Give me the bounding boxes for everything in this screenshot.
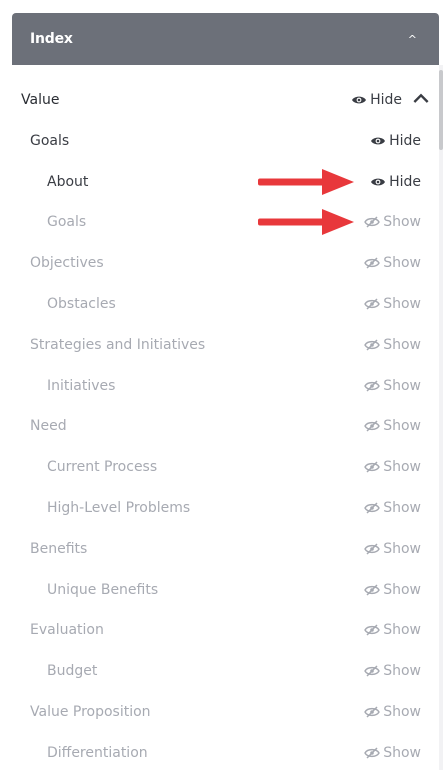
index-item[interactable]: Differentiation Show <box>0 738 439 768</box>
index-item[interactable]: High-Level Problems Show <box>0 493 439 523</box>
toggle-label: Show <box>383 459 421 476</box>
eye-slash-icon <box>364 706 381 718</box>
panel-title: Index <box>30 31 73 47</box>
index-item-label: Value Proposition <box>30 704 151 720</box>
index-item[interactable]: Current Process Show <box>0 452 439 482</box>
red-arrow-annotation <box>256 207 356 237</box>
index-panel-header[interactable]: Index ^ <box>12 13 439 65</box>
eye-slash-icon <box>364 420 381 432</box>
show-toggle[interactable]: Show <box>364 459 421 475</box>
index-item-label: Need <box>30 418 67 435</box>
index-item[interactable]: Evaluation Show <box>0 615 439 645</box>
index-item[interactable]: Goals Show <box>0 207 439 237</box>
show-toggle[interactable]: Show <box>364 296 421 312</box>
index-item[interactable]: Value Hide <box>0 85 439 115</box>
toggle-label: Show <box>383 377 421 394</box>
show-toggle[interactable]: Show <box>364 500 421 516</box>
toggle-label: Show <box>383 336 421 353</box>
eye-slash-icon <box>364 747 381 759</box>
index-item[interactable]: About Hide <box>0 167 439 197</box>
show-toggle[interactable]: Show <box>364 745 421 761</box>
index-item-label: Unique Benefits <box>47 581 159 598</box>
toggle-label: Show <box>383 581 421 598</box>
eye-slash-icon <box>364 339 381 351</box>
index-item[interactable]: Objectives Show <box>0 248 439 278</box>
index-item[interactable]: Initiatives Show <box>0 371 439 401</box>
hide-toggle[interactable]: Hide <box>370 174 421 190</box>
index-item[interactable]: Benefits Show <box>0 534 439 564</box>
eye-icon <box>370 176 386 188</box>
toggle-label: Hide <box>389 132 421 149</box>
eye-slash-icon <box>364 461 381 473</box>
index-item[interactable]: Obstacles Show <box>0 289 439 319</box>
index-item-label: Budget <box>47 663 98 680</box>
show-toggle[interactable]: Show <box>364 541 421 557</box>
eye-icon <box>351 94 367 106</box>
toggle-label: Hide <box>370 92 402 108</box>
index-item-label: Benefits <box>30 540 88 557</box>
show-toggle[interactable]: Show <box>364 378 421 394</box>
index-item-label: Objectives <box>30 255 104 272</box>
toggle-label: Hide <box>389 173 421 190</box>
index-item-label: Strategies and Initiatives <box>30 336 206 353</box>
show-toggle[interactable]: Show <box>364 622 421 638</box>
show-toggle[interactable]: Show <box>364 663 421 679</box>
index-item-label: Current Process <box>47 459 158 476</box>
hide-toggle[interactable]: Hide <box>351 92 429 108</box>
toggle-label: Show <box>383 704 421 720</box>
eye-slash-icon <box>364 502 381 514</box>
index-item[interactable]: Budget Show <box>0 656 439 686</box>
toggle-label: Show <box>383 622 421 639</box>
toggle-label: Show <box>383 663 421 680</box>
index-item[interactable]: Strategies and Initiatives Show <box>0 330 439 360</box>
eye-slash-icon <box>364 257 381 269</box>
index-item-label: High-Level Problems <box>47 500 191 516</box>
toggle-label: Show <box>383 255 421 272</box>
eye-slash-icon <box>364 584 381 596</box>
index-item-label: Differentiation <box>47 744 148 761</box>
index-item-label: Initiatives <box>47 377 116 394</box>
index-item[interactable]: Unique Benefits Show <box>0 575 439 605</box>
eye-icon <box>370 135 386 147</box>
toggle-label: Show <box>383 214 421 231</box>
chevron-up-icon[interactable] <box>413 92 429 108</box>
eye-slash-icon <box>364 665 381 677</box>
show-toggle[interactable]: Show <box>364 214 421 230</box>
scrollbar-track[interactable] <box>439 65 443 770</box>
index-item-label: Evaluation <box>30 622 104 639</box>
toggle-label: Show <box>383 500 421 516</box>
show-toggle[interactable]: Show <box>364 704 421 720</box>
index-item[interactable]: Goals Hide <box>0 126 439 156</box>
show-toggle[interactable]: Show <box>364 255 421 271</box>
index-item-label: Value <box>21 92 60 108</box>
chevron-up-icon[interactable]: ^ <box>408 33 417 46</box>
eye-slash-icon <box>364 216 381 228</box>
toggle-label: Show <box>383 418 421 435</box>
toggle-label: Show <box>383 296 421 312</box>
hide-toggle[interactable]: Hide <box>370 133 421 149</box>
index-item[interactable]: Value Proposition Show <box>0 697 439 727</box>
index-item-label: Goals <box>30 132 70 149</box>
show-toggle[interactable]: Show <box>364 337 421 353</box>
eye-slash-icon <box>364 543 381 555</box>
toggle-label: Show <box>383 540 421 557</box>
index-item-label: Obstacles <box>47 296 116 312</box>
scrollbar-thumb[interactable] <box>439 70 443 150</box>
show-toggle[interactable]: Show <box>364 582 421 598</box>
show-toggle[interactable]: Show <box>364 418 421 434</box>
eye-slash-icon <box>364 380 381 392</box>
eye-slash-icon <box>364 298 381 310</box>
index-item[interactable]: Need Show <box>0 411 439 441</box>
red-arrow-annotation <box>256 167 356 197</box>
eye-slash-icon <box>364 624 381 636</box>
toggle-label: Show <box>383 744 421 761</box>
